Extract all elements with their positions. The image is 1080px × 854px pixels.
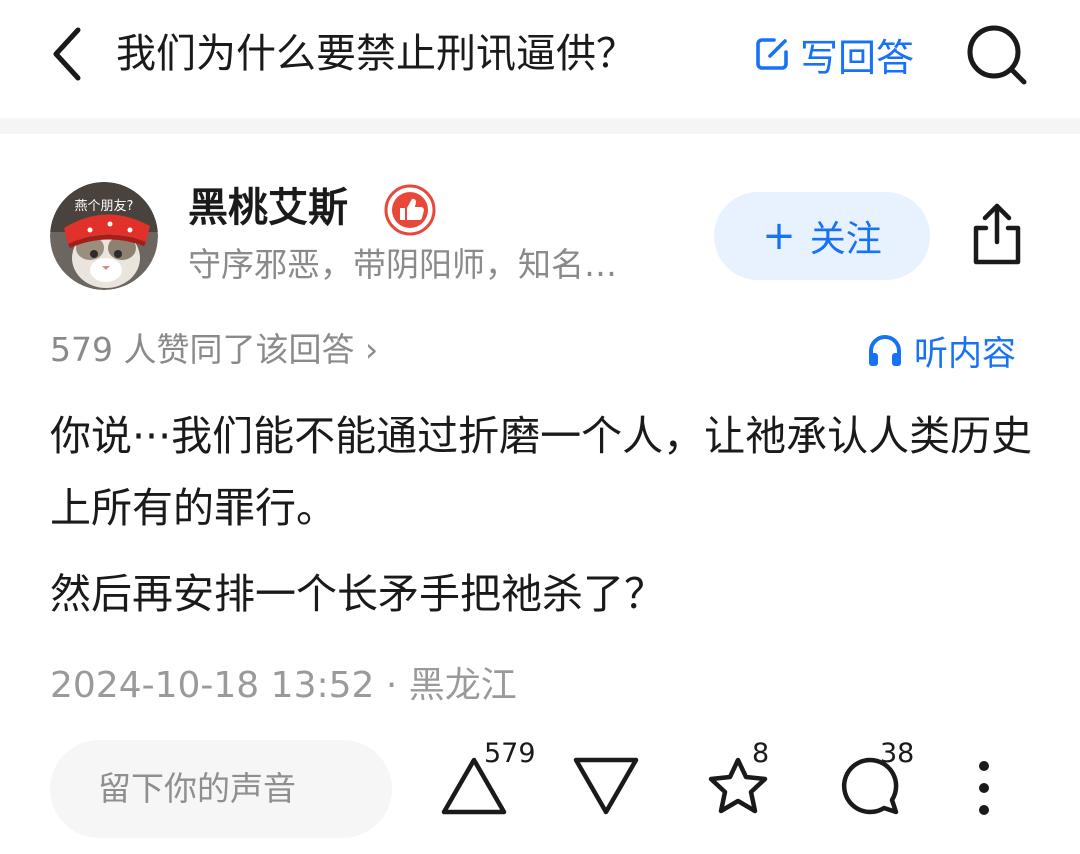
write-answer-button[interactable]: 写回答	[752, 28, 914, 80]
search-icon[interactable]	[962, 22, 1032, 88]
edit-icon	[756, 38, 788, 70]
thumbs-up-badge-icon	[384, 184, 436, 236]
answer-paragraph: 然后再安排一个长矛手把祂杀了？	[50, 570, 665, 618]
plus-icon: +	[762, 213, 796, 259]
follow-button[interactable]: + 关注	[714, 192, 930, 280]
write-answer-label: 写回答	[800, 35, 915, 80]
listen-label: 听内容	[914, 333, 1016, 374]
header-divider	[0, 118, 1080, 134]
share-icon[interactable]	[968, 200, 1026, 268]
headphones-icon	[869, 335, 901, 366]
follow-label: 关注	[809, 219, 882, 260]
question-title[interactable]: 我们为什么要禁止刑讯逼供？	[116, 28, 636, 80]
upvote-count: 579	[484, 738, 536, 769]
top-bar: 我们为什么要禁止刑讯逼供？ 写回答	[0, 0, 1080, 118]
listen-content-button[interactable]: 听内容	[866, 326, 1016, 374]
avatar[interactable]: 燕个朋友?	[50, 182, 158, 290]
favorite-count: 8	[752, 738, 770, 769]
author-bio: 守序邪恶，带阴阳师，知名…	[188, 245, 617, 284]
downvote-icon[interactable]	[568, 736, 644, 836]
comment-count: 38	[880, 738, 915, 769]
vote-summary-link[interactable]: 579 人赞同了该回答 ›	[50, 326, 378, 374]
avatar-caption: 燕个朋友?	[75, 198, 134, 214]
more-vertical-icon[interactable]	[962, 758, 1006, 818]
answer-paragraph: 你说···我们能不能通过折磨一个人，让祂承认人类历史上所有的罪行。	[50, 412, 1033, 532]
chevron-left-icon[interactable]	[44, 22, 94, 86]
author-name[interactable]: 黑桃艾斯	[188, 182, 348, 234]
answer-timestamp: 2024-10-18 13:52 · 黑龙江	[50, 665, 517, 706]
answer-content: 你说···我们能不能通过折磨一个人，让祂承认人类历史上所有的罪行。 然后再安排一…	[50, 400, 1040, 630]
comment-input[interactable]: 留下你的声音	[50, 740, 392, 838]
